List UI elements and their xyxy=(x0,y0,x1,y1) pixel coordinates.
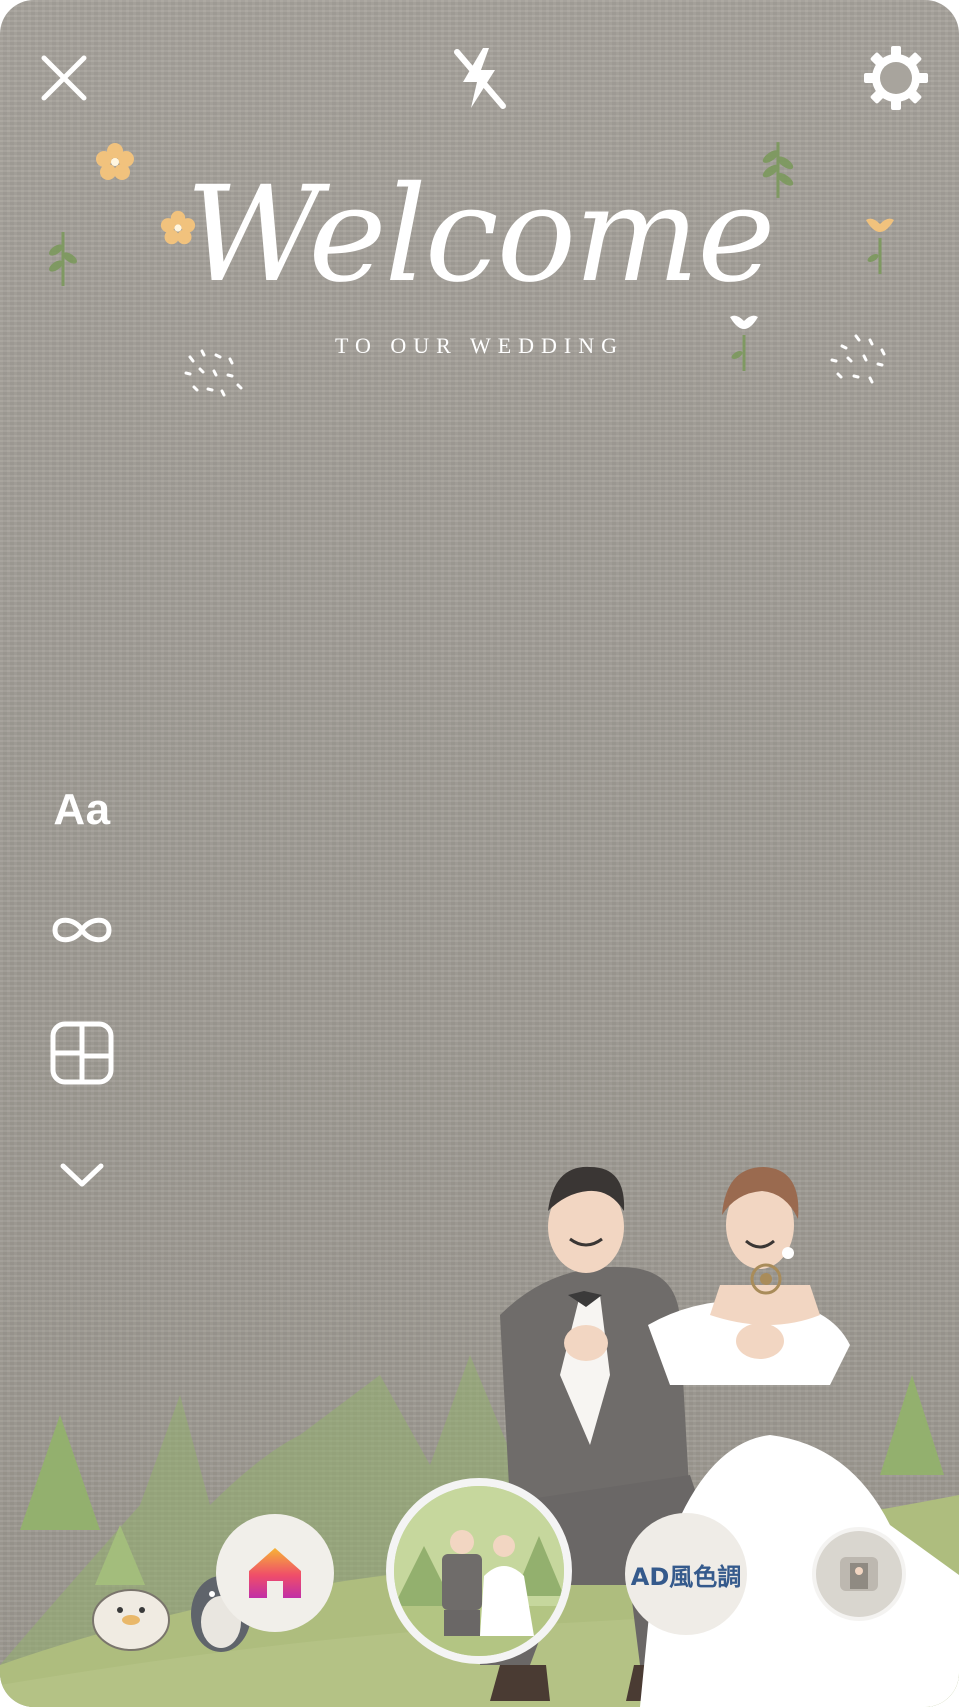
more-tools-button[interactable] xyxy=(40,1150,124,1200)
effect-thumbnail xyxy=(840,1557,878,1591)
capture-button[interactable] xyxy=(386,1478,572,1664)
close-button[interactable] xyxy=(28,42,100,114)
flash-toggle-button[interactable] xyxy=(443,42,515,114)
effect-label: AD風色調 xyxy=(630,1562,742,1591)
duck-sticker xyxy=(92,1589,170,1651)
tulip-icon xyxy=(866,218,894,274)
welcome-subtitle: TO OUR WEDDING xyxy=(334,333,625,358)
home-effect-button[interactable] xyxy=(216,1514,334,1632)
boomerang-tool[interactable] xyxy=(40,900,124,960)
welcome-title: Welcome xyxy=(185,158,776,312)
home-icon xyxy=(249,1548,301,1598)
effect-preview-thumbnail xyxy=(394,1486,564,1656)
create-text-tool[interactable]: Aa xyxy=(40,778,124,842)
flower-icon xyxy=(96,143,134,180)
layout-tool[interactable] xyxy=(40,1018,124,1088)
leaf-icon xyxy=(762,142,794,198)
ad-color-effect-button[interactable]: AD風色調 xyxy=(625,1513,747,1635)
layout-icon xyxy=(50,1021,114,1085)
close-icon xyxy=(41,55,87,101)
chevron-down-icon xyxy=(60,1163,104,1187)
settings-button[interactable] xyxy=(860,42,932,114)
leaf-icon xyxy=(49,232,77,286)
recent-effect-button[interactable] xyxy=(812,1527,906,1621)
camera-screen: { "top_bar": { "close_icon": "close-icon… xyxy=(0,0,959,1707)
tulip-icon xyxy=(730,315,758,371)
gear-icon xyxy=(864,46,928,110)
flash-off-icon xyxy=(454,48,506,109)
sparkle-dots xyxy=(184,349,243,397)
flower-icon xyxy=(160,210,196,245)
infinity-icon xyxy=(52,917,112,943)
sparkle-dots xyxy=(830,334,886,384)
